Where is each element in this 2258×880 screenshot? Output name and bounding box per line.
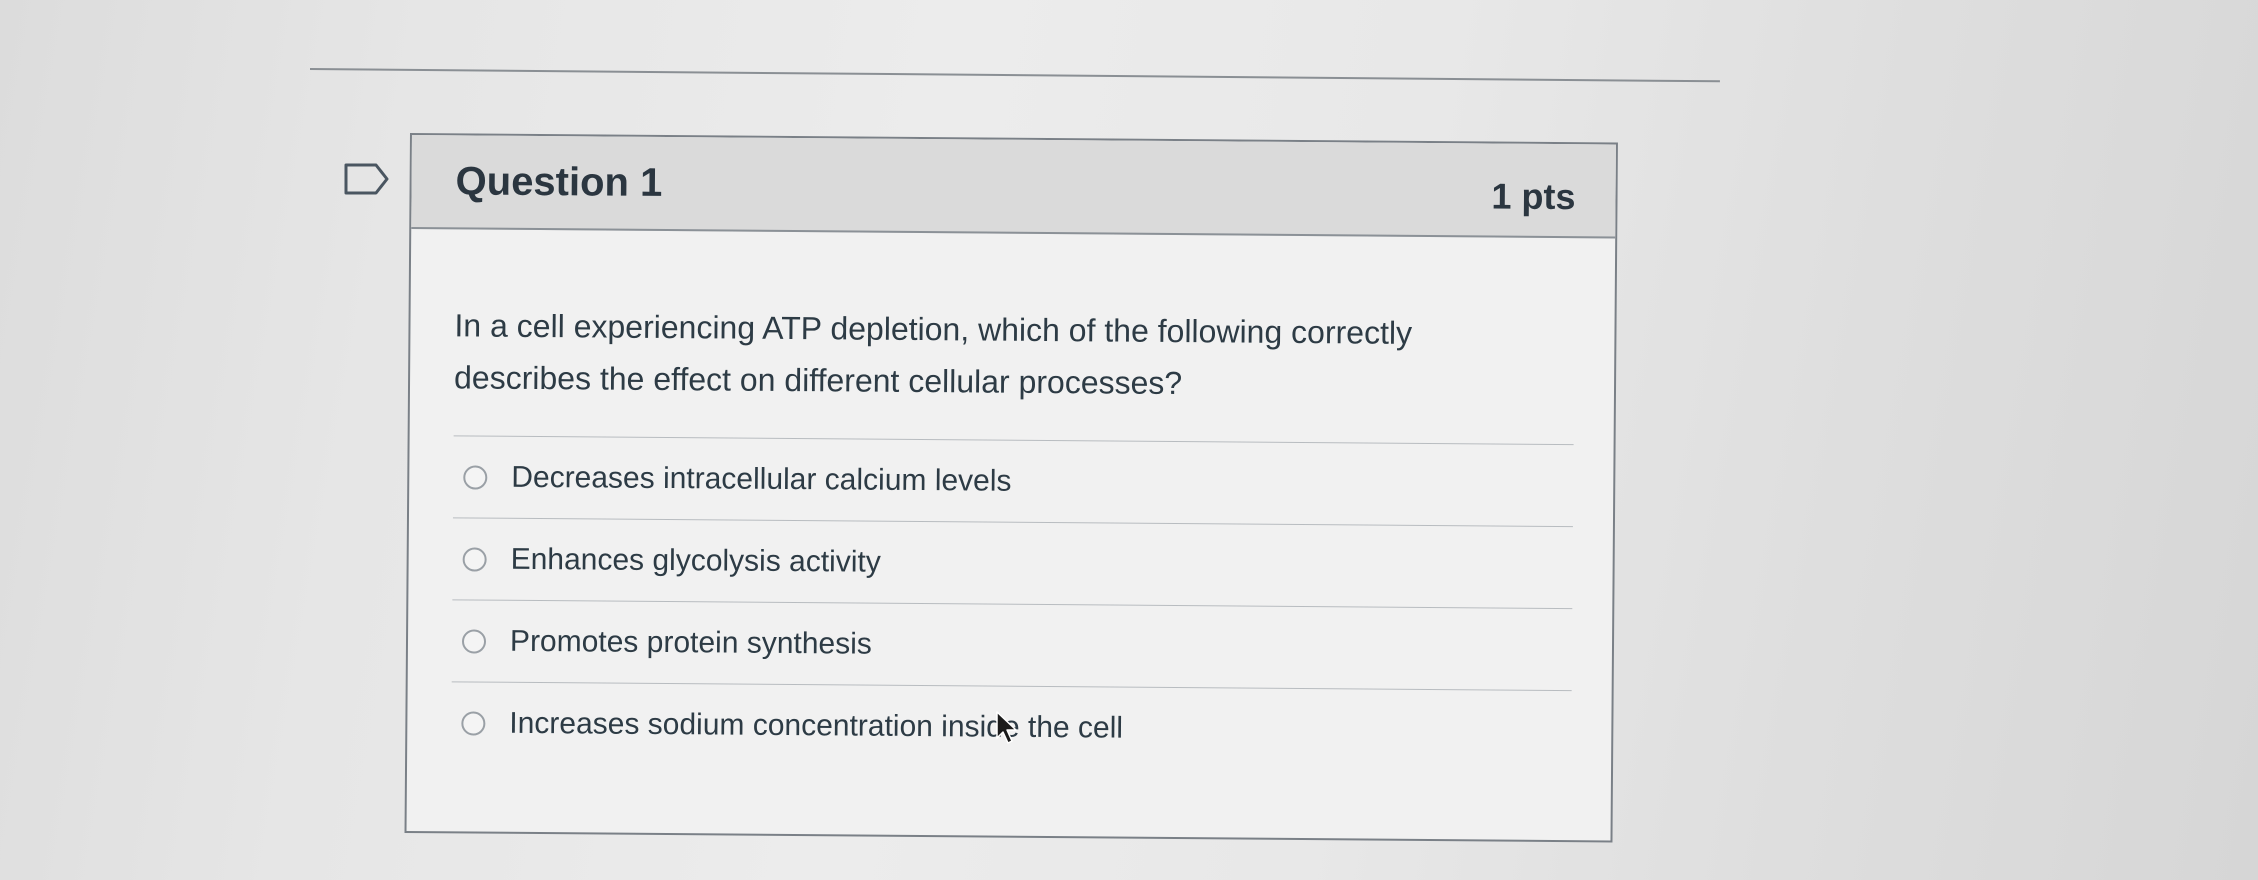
- answer-option-3[interactable]: Promotes protein synthesis: [451, 600, 1573, 692]
- question-text: In a cell experiencing ATP depletion, wh…: [453, 307, 1413, 402]
- mouse-pointer-icon: [996, 711, 1017, 744]
- radio-button-icon[interactable]: [462, 546, 487, 572]
- radio-button-icon[interactable]: [461, 711, 486, 736]
- radio-button-icon[interactable]: [463, 464, 488, 490]
- top-divider: [309, 68, 1720, 83]
- question-title: Question 1: [455, 158, 663, 205]
- question-body: In a cell experiencing ATP depletion, wh…: [407, 229, 1615, 774]
- question-header: Question 1 1 pts: [411, 135, 1616, 239]
- radio-button-icon[interactable]: [461, 628, 487, 654]
- answer-label[interactable]: Promotes protein synthesis: [510, 624, 872, 661]
- answer-label[interactable]: Increases sodium concentration inside th…: [509, 707, 1123, 746]
- flag-question-icon[interactable]: [344, 162, 390, 196]
- answer-label[interactable]: Enhances glycolysis activity: [511, 542, 881, 579]
- answer-label[interactable]: Decreases intracellular calcium levels: [511, 460, 1011, 498]
- answer-option-1[interactable]: Decreases intracellular calcium levels: [452, 436, 1574, 528]
- question-points: 1 pts: [1491, 175, 1576, 218]
- answer-option-2[interactable]: Enhances glycolysis activity: [452, 518, 1573, 610]
